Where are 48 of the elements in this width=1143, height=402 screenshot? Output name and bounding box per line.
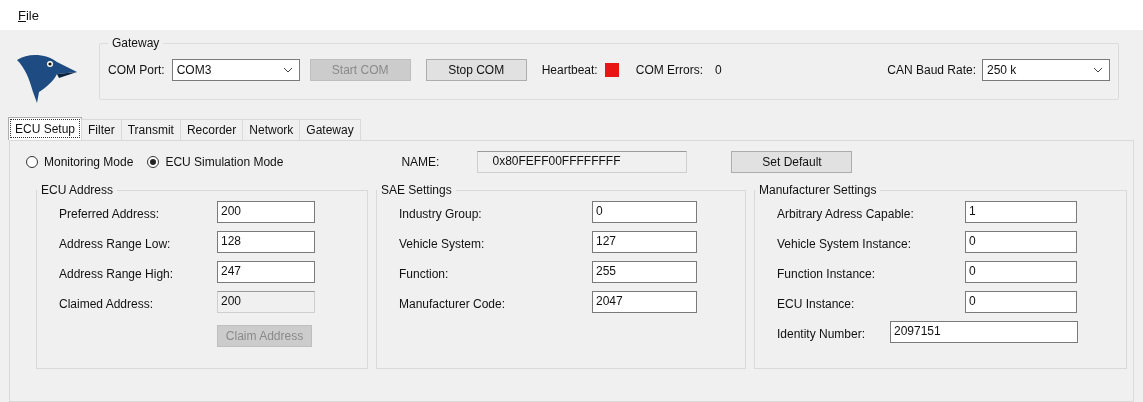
input-field[interactable]: 255 <box>592 261 697 283</box>
input-field[interactable]: 200 <box>217 201 315 223</box>
com-button[interactable]: Stop COM <box>425 59 527 81</box>
field-label: Function: <box>399 267 449 281</box>
field-label: CAN Baud Rate: <box>887 63 976 77</box>
field-label: Preferred Address: <box>59 207 160 221</box>
chevron-down-icon <box>1093 67 1103 73</box>
field-label: COM Port: <box>108 63 165 77</box>
field-label: Vehicle System: <box>399 237 485 251</box>
field-label: Industry Group: <box>399 207 482 221</box>
field-label: Address Range High: <box>59 267 174 281</box>
field-label: ECU Instance: <box>777 297 855 311</box>
input-field[interactable]: 127 <box>592 231 697 253</box>
field-label: NAME: <box>401 155 440 169</box>
name-field[interactable]: 0x80FEFF00FFFFFFFF <box>477 151 688 173</box>
input-field[interactable]: 0 <box>965 261 1077 283</box>
input-field[interactable]: 2047 <box>592 291 697 313</box>
tab[interactable]: Gateway <box>299 119 361 140</box>
input-field[interactable]: 128 <box>217 231 315 253</box>
baud-rate-dropdown[interactable]: 250 k <box>982 59 1110 81</box>
group-title: SAE Settings <box>380 183 453 197</box>
set-default-button[interactable]: Set Default <box>731 151 853 173</box>
tab[interactable]: ECU Setup <box>8 117 83 140</box>
com-port-dropdown[interactable]: COM3 <box>171 59 300 81</box>
radio-option[interactable]: ECU Simulation Mode <box>147 155 284 169</box>
field-label: Heartbeat: <box>541 63 598 77</box>
group-title: ECU Address <box>40 183 115 197</box>
group-title: Gateway <box>111 36 161 50</box>
radio-option[interactable]: Monitoring Mode <box>26 155 134 169</box>
field-label: Vehicle System Instance: <box>777 237 912 251</box>
tab[interactable]: Filter <box>81 119 122 140</box>
input-field[interactable]: 0 <box>592 201 697 223</box>
field-label: COM Errors: <box>635 63 704 77</box>
field-label: Address Range Low: <box>59 237 171 251</box>
menu-item[interactable]: File <box>18 7 39 23</box>
chevron-down-icon <box>282 67 293 73</box>
group-title: Manufacturer Settings <box>758 183 878 197</box>
field-label: Identity Number: <box>777 327 866 341</box>
input-field[interactable]: 1 <box>965 201 1077 223</box>
error-count: 0 <box>715 63 722 77</box>
field-label: Claimed Address: <box>59 297 154 311</box>
field-label: Manufacturer Code: <box>399 297 506 311</box>
input-field[interactable]: 0 <box>965 291 1077 313</box>
input-field[interactable]: 0 <box>965 231 1077 253</box>
input-field[interactable]: 2097151 <box>890 321 1078 343</box>
field-label: Function Instance: <box>777 267 876 281</box>
field-label: Arbitrary Adress Capable: <box>777 207 914 221</box>
input-field[interactable]: 247 <box>217 261 315 283</box>
